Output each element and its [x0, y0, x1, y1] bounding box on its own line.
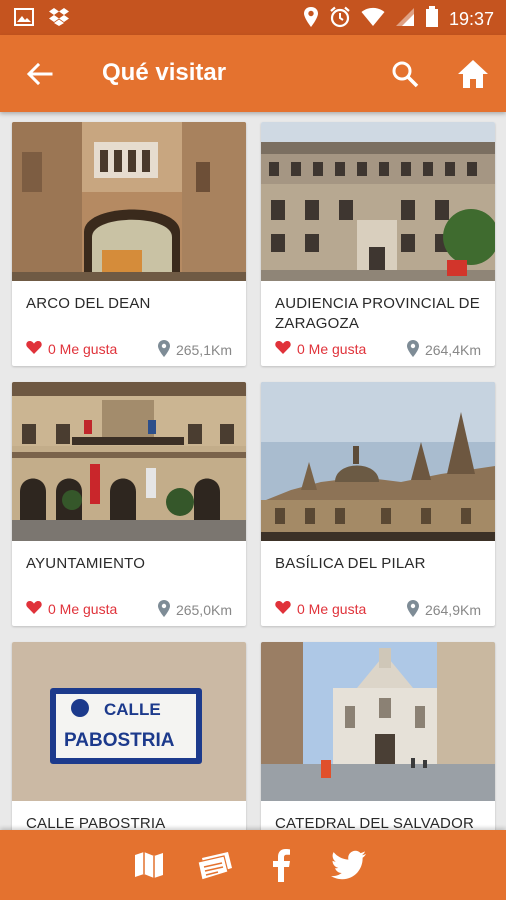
heart-icon	[26, 600, 42, 617]
likes-count: 0 Me gusta	[297, 600, 367, 617]
distance-value: 264,4Km	[424, 342, 481, 358]
page-title: Qué visitar	[102, 59, 227, 86]
likes[interactable]: 0 Me gusta	[26, 600, 117, 617]
place-name: CATEDRAL DEL SALVADOR	[275, 815, 474, 830]
map-icon[interactable]	[130, 846, 168, 884]
place-name: CALLE PABOSTRIA	[26, 815, 166, 830]
location-pin-icon	[157, 340, 170, 360]
location-pin-icon	[157, 600, 170, 620]
sign-line2: PABOSTRIA	[64, 730, 175, 751]
home-icon[interactable]	[456, 57, 490, 91]
place-photo	[261, 382, 495, 541]
wifi-icon	[361, 7, 385, 32]
likes[interactable]: 0 Me gusta	[26, 340, 117, 357]
distance-value: 265,0Km	[175, 602, 232, 618]
place-photo	[12, 122, 246, 281]
place-name: ARCO DEL DEAN	[26, 295, 151, 312]
heart-icon	[275, 600, 291, 617]
location-pin-icon	[406, 600, 419, 620]
back-arrow-icon[interactable]	[24, 59, 54, 89]
likes-count: 0 Me gusta	[48, 340, 118, 357]
likes[interactable]: 0 Me gusta	[275, 340, 366, 357]
place-card[interactable]: BASÍLICA DEL PILAR 0 Me gusta 264,9Km	[261, 382, 495, 626]
newspaper-icon[interactable]	[196, 846, 234, 884]
distance: 264,9Km	[406, 600, 481, 620]
distance: 265,1Km	[157, 340, 232, 360]
location-icon	[303, 6, 319, 33]
status-bar: 19:37	[0, 0, 506, 35]
distance-value: 265,1Km	[175, 342, 232, 358]
heart-icon	[275, 340, 291, 357]
distance: 265,0Km	[157, 600, 232, 620]
place-card[interactable]: AYUNTAMIENTO 0 Me gusta 265,0Km	[12, 382, 246, 626]
app-bar: Qué visitar	[0, 35, 506, 112]
alarm-icon	[329, 6, 351, 33]
distance: 264,4Km	[406, 340, 481, 360]
twitter-icon[interactable]	[330, 846, 368, 884]
search-icon[interactable]	[390, 59, 420, 89]
place-card[interactable]: CALLE PABOSTRIA CALLE PABOSTRIA	[12, 642, 246, 830]
bottom-bar	[0, 830, 506, 900]
location-pin-icon	[406, 340, 419, 360]
likes-count: 0 Me gusta	[297, 340, 367, 357]
likes-count: 0 Me gusta	[48, 600, 118, 617]
signal-icon	[395, 7, 415, 32]
place-photo	[12, 382, 246, 541]
place-name: AUDIENCIA PROVINCIAL DE ZARAGOZA	[275, 295, 480, 332]
battery-icon	[425, 6, 439, 33]
image-icon	[14, 7, 34, 32]
heart-icon	[26, 340, 42, 357]
likes[interactable]: 0 Me gusta	[275, 600, 366, 617]
clock-time: 19:37	[448, 9, 494, 29]
place-photo: CALLE PABOSTRIA	[12, 642, 246, 801]
place-photo	[261, 642, 495, 801]
place-card[interactable]: CATEDRAL DEL SALVADOR	[261, 642, 495, 830]
place-photo	[261, 122, 495, 281]
place-name: BASÍLICA DEL PILAR	[275, 555, 426, 572]
place-name: AYUNTAMIENTO	[26, 555, 146, 572]
sign-line1: CALLE	[104, 700, 161, 719]
distance-value: 264,9Km	[424, 602, 481, 618]
facebook-icon[interactable]	[262, 846, 300, 884]
place-card[interactable]: ARCO DEL DEAN 0 Me gusta 265,1Km	[12, 122, 246, 366]
places-grid: ARCO DEL DEAN 0 Me gusta 265,1Km AUDIENC…	[0, 112, 506, 830]
place-card[interactable]: AUDIENCIA PROVINCIAL DE ZARAGOZA 0 Me gu…	[261, 122, 495, 366]
dropbox-icon	[48, 7, 70, 32]
